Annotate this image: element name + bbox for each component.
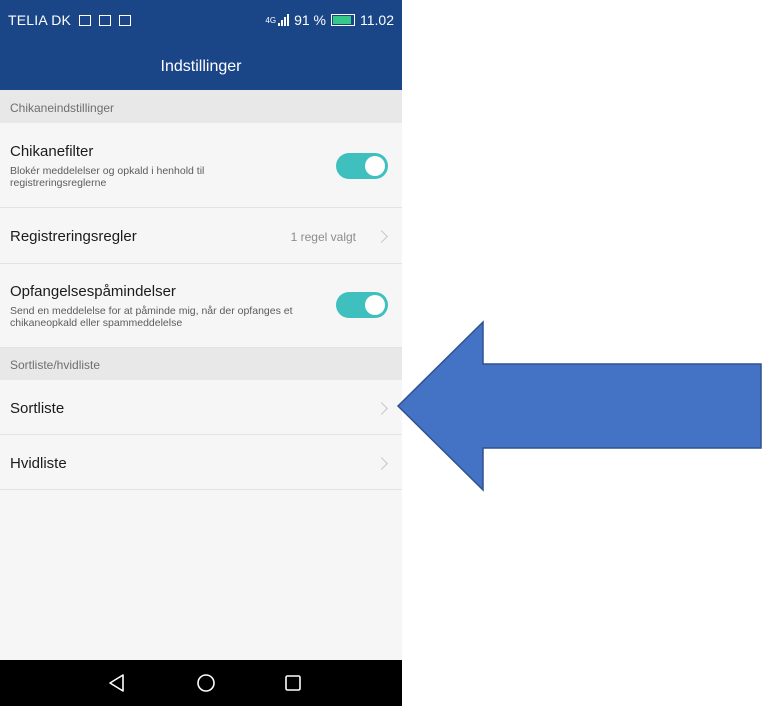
harassment-filter-title: Chikanefilter	[10, 143, 94, 160]
battery-percent: 91 %	[294, 12, 326, 28]
intercept-notifications-row[interactable]: Opfangelsespåmindelser Send en meddelels…	[0, 264, 402, 348]
left-arrow-icon	[396, 320, 762, 492]
chevron-right-icon	[375, 402, 388, 415]
intercept-notifications-toggle[interactable]	[336, 292, 388, 318]
harassment-filter-subtitle: Blokér meddelelser og opkald i henhold t…	[10, 165, 205, 189]
home-circle-icon[interactable]	[195, 672, 217, 694]
section-header-blacklist: Sortliste/hvidliste	[0, 348, 402, 380]
notification-icon	[79, 15, 92, 26]
registration-rules-title: Registreringsregler	[10, 228, 137, 245]
image-icon	[99, 15, 112, 26]
chevron-right-icon	[375, 457, 388, 470]
toggle-knob	[365, 156, 385, 176]
carrier-name: TELIA DK	[8, 12, 72, 28]
status-bar: TELIA DK 4G 91 % 11.02	[0, 0, 402, 42]
page-title: Indstillinger	[160, 58, 242, 75]
recent-square-icon[interactable]	[282, 672, 304, 694]
app-bar: Indstillinger	[0, 42, 402, 90]
section-header-harassment: Chikaneindstillinger	[0, 90, 402, 123]
network-type: 4G	[265, 15, 277, 25]
toggle-knob	[365, 295, 385, 315]
signal-icon	[278, 14, 290, 26]
carrier-label: TELIA DK	[8, 12, 132, 28]
intercept-notifications-title: Opfangelsespåmindelser	[10, 283, 176, 300]
blacklist-title: Sortliste	[10, 400, 65, 417]
intercept-notifications-subtitle: Send en meddelelse for at påminde mig, n…	[10, 305, 293, 329]
whitelist-row[interactable]: Hvidliste	[0, 435, 402, 490]
harassment-filter-row[interactable]: Chikanefilter Blokér meddelelser og opka…	[0, 123, 402, 208]
status-right: 4G 91 % 11.02	[265, 12, 394, 28]
registration-rules-row[interactable]: Registreringsregler 1 regel valgt	[0, 208, 402, 264]
battery-icon	[331, 14, 355, 26]
registration-rules-value: 1 regel valgt	[290, 230, 356, 244]
harassment-filter-toggle[interactable]	[336, 153, 388, 179]
whitelist-title: Hvidliste	[10, 455, 67, 472]
chevron-right-icon	[375, 230, 388, 243]
back-triangle-icon[interactable]	[106, 672, 128, 694]
keyboard-icon	[119, 15, 132, 26]
navigation-bar	[0, 660, 402, 706]
clock: 11.02	[360, 12, 394, 28]
blacklist-row[interactable]: Sortliste	[0, 380, 402, 435]
phone-screen: TELIA DK 4G 91 % 11.02 Indstillinger Chi…	[0, 0, 402, 706]
